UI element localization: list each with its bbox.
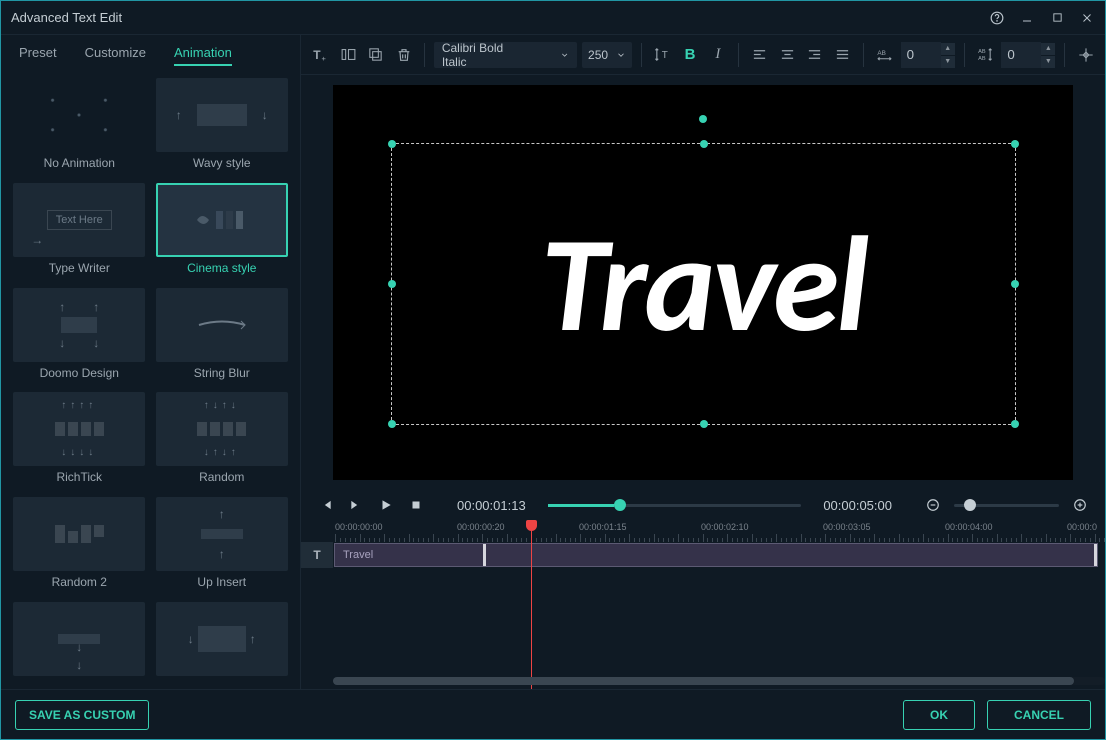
zoom-in-icon[interactable]	[1071, 496, 1089, 514]
rotate-handle[interactable]	[699, 115, 707, 123]
svg-text:AB: AB	[979, 56, 987, 62]
preset-random-2[interactable]: Random 2	[11, 497, 148, 596]
play-icon[interactable]	[377, 496, 395, 514]
footer: SAVE AS CUSTOM OK CANCEL	[1, 689, 1105, 739]
preset-richtick[interactable]: ↑↑↑↑↓↓↓↓RichTick	[11, 392, 148, 491]
tracking-input[interactable]: ▲▼	[901, 42, 955, 68]
font-size-select[interactable]: 250	[582, 42, 632, 68]
resize-handle[interactable]	[1011, 280, 1019, 288]
tab-preset[interactable]: Preset	[19, 45, 57, 66]
help-icon[interactable]	[989, 10, 1005, 26]
svg-text:+: +	[322, 54, 327, 63]
playback-bar: 00:00:01:13 00:00:05:00	[301, 490, 1105, 520]
toolbar: T+ Calibri Bold Italic 250 T B I AB ▲▼ A…	[301, 35, 1105, 75]
spinner-down-icon[interactable]: ▼	[1041, 55, 1055, 68]
preset-extra-2[interactable]: ↓↑	[154, 602, 291, 683]
line-spacing-input[interactable]: ▲▼	[1001, 42, 1055, 68]
playhead[interactable]	[531, 520, 532, 689]
preset-type-writer[interactable]: Text Here→Type Writer	[11, 183, 148, 282]
svg-text:T: T	[662, 50, 668, 61]
stop-icon[interactable]	[407, 496, 425, 514]
tracking-icon[interactable]: AB	[873, 43, 896, 67]
timeline-clip[interactable]: Travel	[334, 543, 1098, 567]
resize-handle[interactable]	[700, 420, 708, 428]
center-anchor-icon[interactable]	[1074, 43, 1097, 67]
svg-text:AB: AB	[979, 49, 987, 55]
svg-text:AB: AB	[877, 50, 885, 57]
timeline-track[interactable]: T Travel	[301, 542, 1105, 568]
timeline-scrollbar[interactable]	[333, 677, 1105, 685]
preview-canvas[interactable]: Travel	[333, 85, 1073, 480]
resize-handle[interactable]	[700, 140, 708, 148]
resize-handle[interactable]	[388, 420, 396, 428]
preset-doomo-design[interactable]: ↑↑↓↓Doomo Design	[11, 288, 148, 387]
sidebar: Preset Customize Animation No Animation …	[1, 35, 301, 689]
resize-handle[interactable]	[1011, 420, 1019, 428]
font-select[interactable]: Calibri Bold Italic	[434, 42, 577, 68]
align-center-icon[interactable]	[776, 43, 799, 67]
window-title: Advanced Text Edit	[11, 10, 122, 25]
tab-animation[interactable]: Animation	[174, 45, 232, 66]
preset-random[interactable]: ↑↓↑↓↓↑↓↑Random	[154, 392, 291, 491]
bold-icon[interactable]: B	[679, 43, 702, 67]
svg-text:T: T	[314, 47, 322, 61]
preset-cinema-style[interactable]: Cinema style	[154, 183, 291, 282]
timeline: 00:00:00:00 00:00:00:20 00:00:01:15 00:0…	[301, 520, 1105, 689]
preset-wavy-style[interactable]: ↑↓Wavy style	[154, 78, 291, 177]
time-total: 00:00:05:00	[823, 498, 892, 513]
zoom-out-icon[interactable]	[924, 496, 942, 514]
close-icon[interactable]	[1079, 10, 1095, 26]
align-justify-icon[interactable]	[831, 43, 854, 67]
align-left-icon[interactable]	[748, 43, 771, 67]
next-frame-icon[interactable]	[347, 496, 365, 514]
add-text-icon[interactable]: T+	[309, 43, 332, 67]
zoom-slider[interactable]	[954, 504, 1059, 507]
spinner-down-icon[interactable]: ▼	[941, 55, 955, 68]
prev-frame-icon[interactable]	[317, 496, 335, 514]
minimize-icon[interactable]	[1019, 10, 1035, 26]
trash-icon[interactable]	[392, 43, 415, 67]
duplicate-icon[interactable]	[364, 43, 387, 67]
align-right-icon[interactable]	[804, 43, 827, 67]
ok-button[interactable]: OK	[903, 700, 975, 730]
spinner-up-icon[interactable]: ▲	[1041, 42, 1055, 55]
title-bar: Advanced Text Edit	[1, 1, 1105, 35]
time-current: 00:00:01:13	[457, 498, 526, 513]
preset-string-blur[interactable]: String Blur	[154, 288, 291, 387]
line-spacing-icon[interactable]: ABAB	[974, 43, 997, 67]
spinner-up-icon[interactable]: ▲	[941, 42, 955, 55]
preset-up-insert[interactable]: ↑↑Up Insert	[154, 497, 291, 596]
text-box-icon[interactable]	[337, 43, 360, 67]
timeline-ruler[interactable]: 00:00:00:00 00:00:00:20 00:00:01:15 00:0…	[301, 520, 1105, 542]
resize-handle[interactable]	[1011, 140, 1019, 148]
preset-extra-1[interactable]: ↓↓	[11, 602, 148, 683]
track-head-text-icon: T	[301, 542, 333, 568]
text-height-icon[interactable]: T	[651, 43, 674, 67]
selection-box[interactable]: Travel	[391, 143, 1016, 425]
tab-customize[interactable]: Customize	[85, 45, 146, 66]
preset-grid[interactable]: No Animation ↑↓Wavy style Text Here→Type…	[1, 72, 300, 689]
italic-icon[interactable]: I	[706, 43, 729, 67]
text-content[interactable]: Travel	[392, 144, 1015, 424]
preset-no-animation[interactable]: No Animation	[11, 78, 148, 177]
scrubber[interactable]	[548, 504, 802, 507]
maximize-icon[interactable]	[1049, 10, 1065, 26]
cancel-button[interactable]: CANCEL	[987, 700, 1091, 730]
save-as-custom-button[interactable]: SAVE AS CUSTOM	[15, 700, 149, 730]
